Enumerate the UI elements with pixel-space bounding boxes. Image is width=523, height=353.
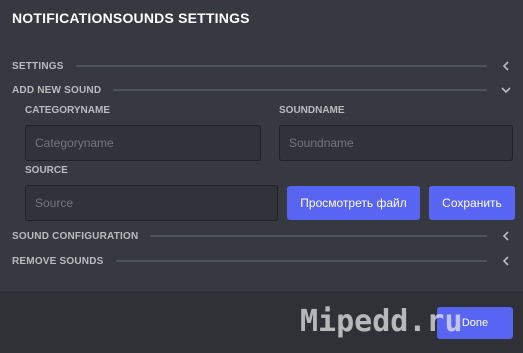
section-sound-configuration-header[interactable]: SOUND CONFIGURATION <box>12 229 513 243</box>
chevron-left-icon[interactable] <box>499 59 513 73</box>
section-remove-sounds-header[interactable]: REMOVE SOUNDS <box>12 254 513 268</box>
section-divider <box>150 235 487 237</box>
section-divider <box>75 65 487 67</box>
section-remove-sounds-label: REMOVE SOUNDS <box>12 255 104 267</box>
browse-file-button[interactable]: Просмотреть файл <box>287 186 420 220</box>
watermark-text: Mipedd.ru <box>300 304 463 339</box>
section-sound-configuration-label: SOUND CONFIGURATION <box>12 230 139 242</box>
categoryname-label: CATEGORYNAME <box>25 105 110 116</box>
section-add-new-sound-header[interactable]: ADD NEW SOUND <box>12 83 513 97</box>
section-divider <box>113 89 487 91</box>
chevron-left-icon[interactable] <box>499 229 513 243</box>
modal-title: NOTIFICATIONSOUNDS SETTINGS <box>12 10 250 26</box>
source-input[interactable] <box>25 185 278 221</box>
source-label: SOURCE <box>25 165 68 176</box>
categoryname-input[interactable] <box>25 125 261 161</box>
chevron-down-icon[interactable] <box>499 83 513 97</box>
chevron-left-icon[interactable] <box>499 254 513 268</box>
save-button[interactable]: Сохранить <box>429 186 515 220</box>
soundname-label: SOUNDNAME <box>279 105 345 116</box>
section-settings-label: SETTINGS <box>12 60 64 72</box>
section-settings-header[interactable]: SETTINGS <box>12 59 513 73</box>
section-divider <box>115 260 487 262</box>
section-add-new-sound-label: ADD NEW SOUND <box>12 84 102 96</box>
soundname-input[interactable] <box>279 125 513 161</box>
